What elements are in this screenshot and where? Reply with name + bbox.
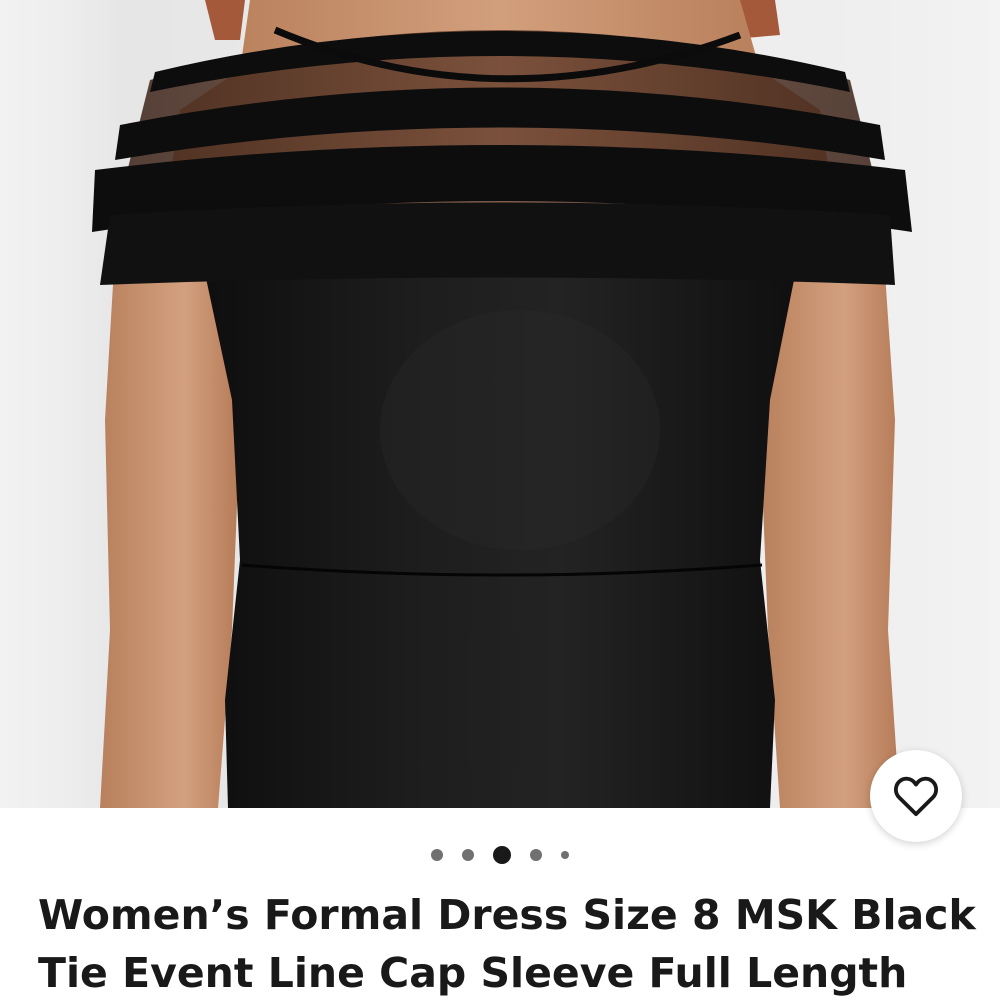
product-image[interactable]: [0, 0, 1000, 808]
hair-left: [205, 0, 245, 40]
product-photo-illustration: [92, 0, 912, 808]
pagination-dot[interactable]: [431, 849, 443, 861]
stripe-4-band: [100, 202, 895, 285]
pagination-dot[interactable]: [561, 851, 569, 859]
gallery-pagination: [0, 846, 1000, 864]
pagination-dot[interactable]: [530, 849, 542, 861]
heart-icon: [893, 776, 939, 817]
pagination-dot[interactable]: [462, 849, 474, 861]
listing-title: Women’s Formal Dress Size 8 MSK Black Ti…: [38, 891, 976, 997]
pagination-dot-active[interactable]: [493, 846, 511, 864]
favorite-button[interactable]: [870, 750, 962, 842]
fabric-highlight: [380, 310, 660, 550]
